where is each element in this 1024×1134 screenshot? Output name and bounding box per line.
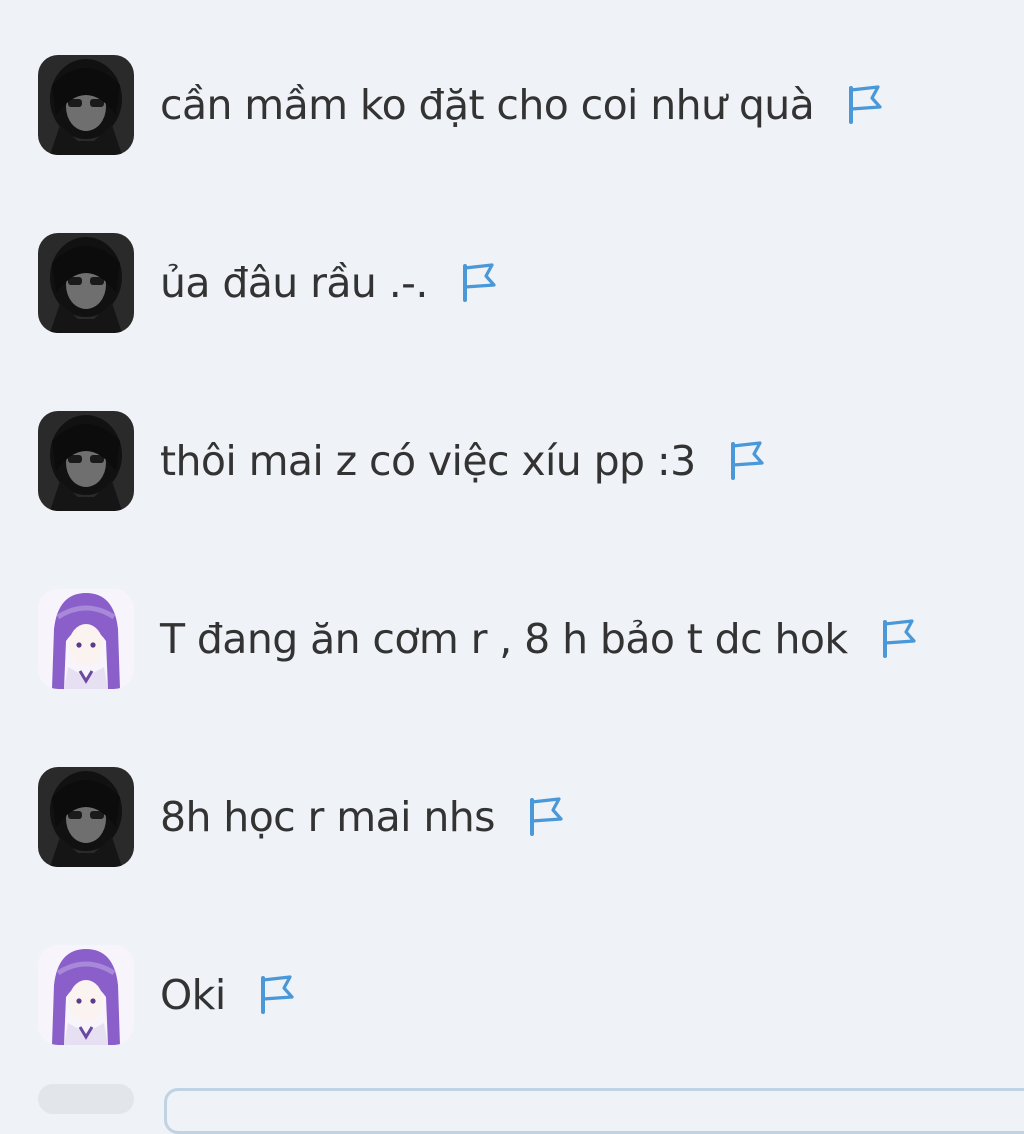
flag-icon[interactable] <box>525 797 565 837</box>
message-body: cần mầm ko đặt cho coi như quà <box>160 55 884 155</box>
message-body: T đang ăn cơm r , 8 h bảo t dc hok <box>160 589 918 689</box>
user-avatar[interactable] <box>38 55 134 155</box>
anime-avatar-image <box>38 589 134 689</box>
user-avatar[interactable] <box>38 767 134 867</box>
chat-message: cần mầm ko đặt cho coi như quà <box>0 55 1024 155</box>
dark-avatar-image <box>38 55 134 155</box>
dark-avatar-image <box>38 233 134 333</box>
message-text: ủa đâu rầu .-. <box>160 259 428 307</box>
message-text: cần mầm ko đặt cho coi như quà <box>160 81 815 129</box>
dark-avatar-image <box>38 767 134 867</box>
message-body: thôi mai z có việc xíu pp :3 <box>160 411 766 511</box>
message-text: Oki <box>160 971 226 1019</box>
flag-icon[interactable] <box>256 975 296 1015</box>
message-body: Oki <box>160 945 296 1045</box>
chat-message: ủa đâu rầu .-. <box>0 233 1024 333</box>
message-text: thôi mai z có việc xíu pp :3 <box>160 437 696 485</box>
message-body: ủa đâu rầu .-. <box>160 233 498 333</box>
chat-message: T đang ăn cơm r , 8 h bảo t dc hok <box>0 589 1024 689</box>
chat-message: 8h học r mai nhs <box>0 767 1024 867</box>
message-text: T đang ăn cơm r , 8 h bảo t dc hok <box>160 615 848 663</box>
composer-avatar <box>38 1084 134 1114</box>
dark-avatar-image <box>38 411 134 511</box>
chat-message: Oki <box>0 945 1024 1045</box>
message-body: 8h học r mai nhs <box>160 767 565 867</box>
flag-icon[interactable] <box>458 263 498 303</box>
user-avatar[interactable] <box>38 945 134 1045</box>
anime-avatar-image <box>38 945 134 1045</box>
message-input[interactable] <box>164 1088 1024 1134</box>
chat-message: thôi mai z có việc xíu pp :3 <box>0 411 1024 511</box>
flag-icon[interactable] <box>878 619 918 659</box>
user-avatar[interactable] <box>38 233 134 333</box>
flag-icon[interactable] <box>844 85 884 125</box>
user-avatar[interactable] <box>38 589 134 689</box>
user-avatar[interactable] <box>38 411 134 511</box>
message-text: 8h học r mai nhs <box>160 793 495 841</box>
flag-icon[interactable] <box>726 441 766 481</box>
